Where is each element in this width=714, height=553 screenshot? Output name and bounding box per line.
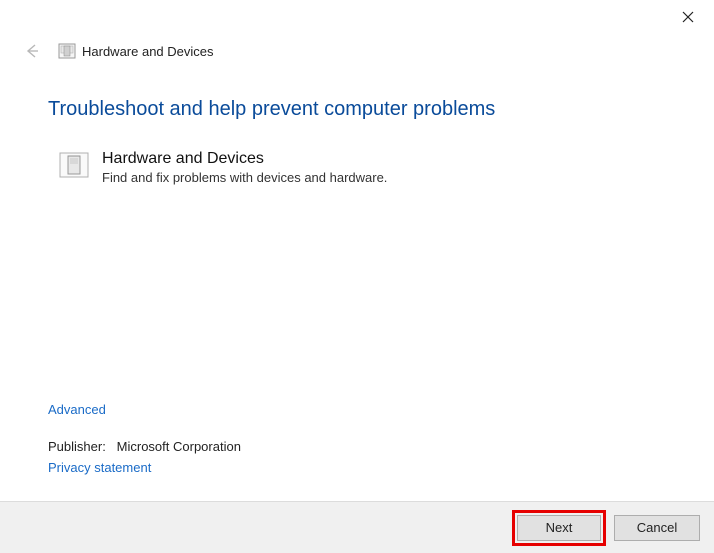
content-area: Troubleshoot and help prevent computer p… [0, 64, 714, 185]
footer: Next Cancel [0, 501, 714, 553]
close-button[interactable] [666, 2, 710, 32]
item-text: Hardware and Devices Find and fix proble… [102, 149, 387, 185]
bottom-links: Advanced Publisher: Microsoft Corporatio… [48, 402, 241, 475]
publisher-value: Microsoft Corporation [117, 439, 241, 454]
advanced-link[interactable]: Advanced [48, 402, 241, 417]
troubleshooter-icon [58, 42, 76, 60]
cancel-button[interactable]: Cancel [614, 515, 700, 541]
next-highlight: Next [512, 510, 606, 546]
publisher-label: Publisher: [48, 439, 106, 454]
item-title: Hardware and Devices [102, 149, 387, 168]
back-button[interactable] [20, 39, 44, 63]
item-description: Find and fix problems with devices and h… [102, 170, 387, 185]
next-button[interactable]: Next [517, 515, 601, 541]
back-arrow-icon [23, 42, 41, 60]
titlebar [0, 0, 714, 40]
main-heading: Troubleshoot and help prevent computer p… [48, 98, 666, 121]
header-row: Hardware and Devices [0, 38, 714, 64]
troubleshooter-item[interactable]: Hardware and Devices Find and fix proble… [58, 149, 666, 185]
header-title: Hardware and Devices [82, 44, 214, 59]
close-icon [682, 11, 694, 23]
device-icon [58, 149, 90, 181]
privacy-link[interactable]: Privacy statement [48, 460, 151, 475]
publisher-row: Publisher: Microsoft Corporation [48, 439, 241, 454]
